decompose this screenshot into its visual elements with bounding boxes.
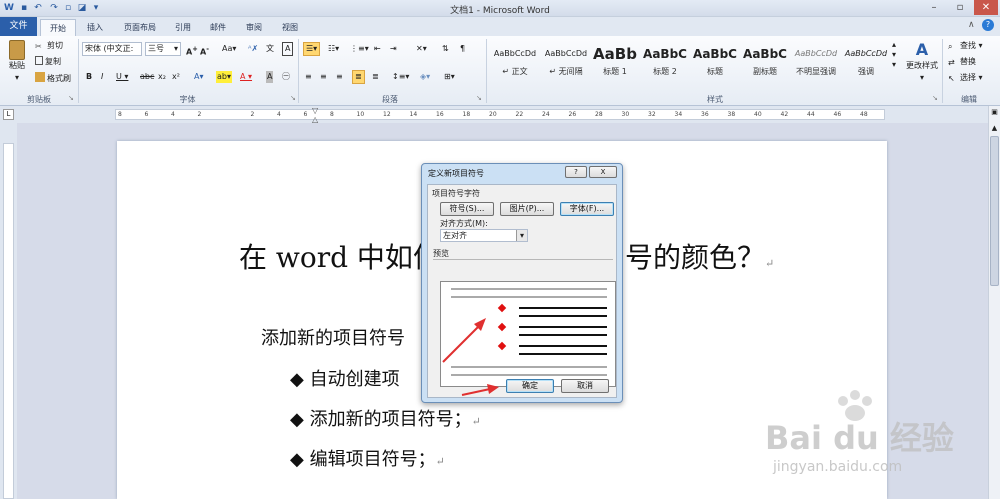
baidu-watermark: Bai du 经验 jingyan.baidu.com bbox=[765, 387, 995, 495]
watermark-url: jingyan.baidu.com bbox=[773, 459, 903, 475]
arrow-to-preview-icon bbox=[442, 318, 486, 363]
arrow-to-ok-icon bbox=[461, 384, 499, 396]
watermark-brand: Bai du 经验 bbox=[765, 419, 954, 457]
